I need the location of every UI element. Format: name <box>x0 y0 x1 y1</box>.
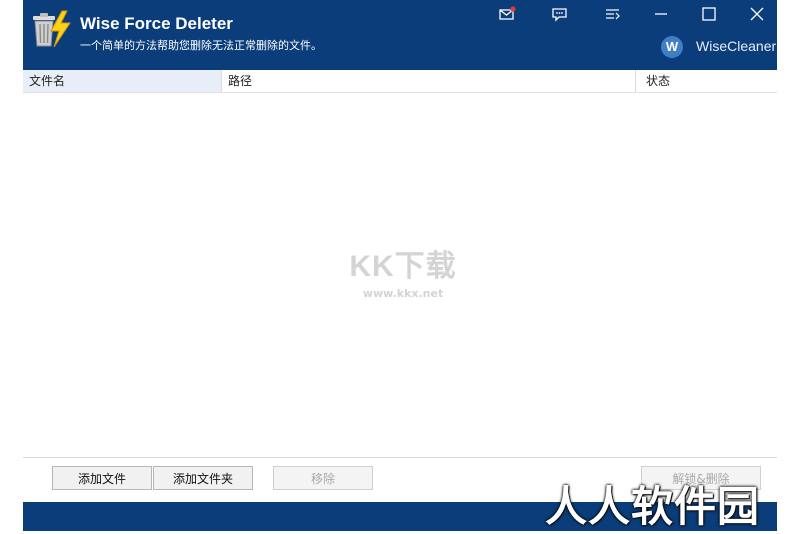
app-window: Wise Force Deleter 一个简单的方法帮助您删除无法正常删除的文件… <box>23 0 777 531</box>
mail-button[interactable] <box>496 4 518 24</box>
minimize-button[interactable] <box>650 4 672 24</box>
feedback-icon <box>552 8 567 22</box>
file-list[interactable]: KK下载 www.kkx.net <box>23 93 777 456</box>
add-folder-button[interactable]: 添加文件夹 <box>153 466 253 490</box>
column-header-status[interactable]: 状态 <box>635 70 777 92</box>
column-header-filename[interactable]: 文件名 <box>23 70 221 92</box>
trash-bolt-icon <box>33 10 71 48</box>
app-title: Wise Force Deleter <box>80 14 233 33</box>
close-button[interactable] <box>746 4 768 24</box>
kkx-watermark-url: www.kkx.net <box>362 287 444 300</box>
maximize-button[interactable] <box>698 4 720 24</box>
rrzy-watermark: 人人软件园 <box>545 483 761 530</box>
remove-button[interactable]: 移除 <box>273 466 373 490</box>
title-bar: Wise Force Deleter 一个简单的方法帮助您删除无法正常删除的文件… <box>23 0 777 70</box>
app-subtitle: 一个简单的方法帮助您删除无法正常删除的文件。 <box>80 39 322 52</box>
footer-divider <box>23 457 777 458</box>
kkx-watermark: KK下载 www.kkx.net <box>343 241 463 300</box>
feedback-button[interactable] <box>549 4 571 24</box>
close-icon <box>750 7 764 21</box>
menu-icon <box>606 9 620 20</box>
file-list-header: 文件名 路径 状态 <box>23 70 777 93</box>
maximize-icon <box>702 7 716 21</box>
add-file-button[interactable]: 添加文件 <box>52 466 152 490</box>
wisecleaner-logo-icon: W <box>661 36 683 58</box>
kkx-watermark-logo: KK下载 <box>349 250 457 283</box>
brand-name: WiseCleaner <box>696 38 777 54</box>
mail-icon <box>499 6 516 20</box>
column-header-path[interactable]: 路径 <box>221 70 635 92</box>
settings-menu-button[interactable] <box>602 4 624 24</box>
minimize-icon <box>655 13 667 15</box>
